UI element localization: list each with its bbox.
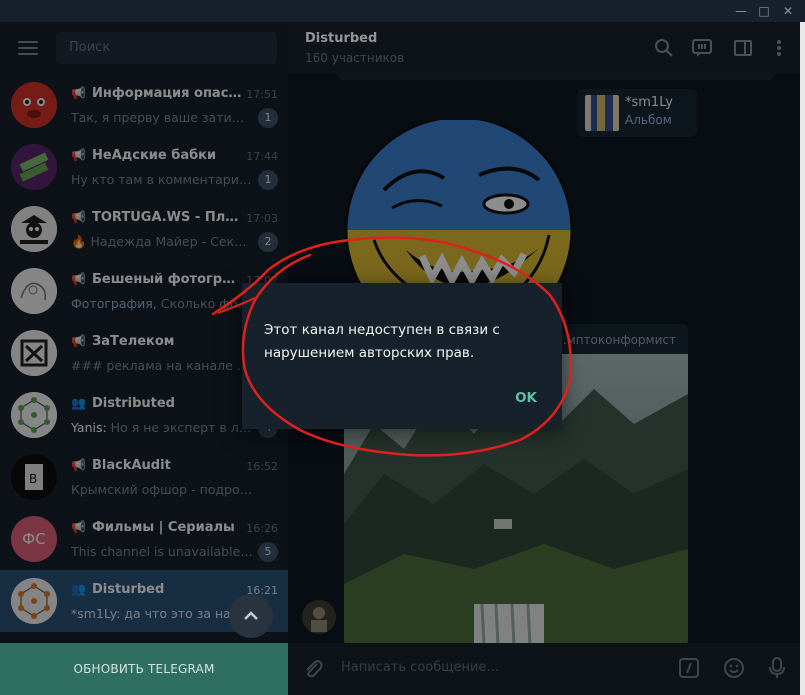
title-bar: — □ ✕ — [0, 0, 805, 22]
maximize-button[interactable]: □ — [753, 0, 775, 22]
close-button[interactable]: ✕ — [777, 0, 799, 22]
dialog-message: Этот канал недоступен в связи с нарушени… — [264, 322, 500, 361]
telegram-window: — □ ✕ Поиск 📢 Информация опасно... 17:51… — [0, 0, 805, 695]
window-edge — [800, 22, 805, 695]
update-telegram-button[interactable]: ОБНОВИТЬ TELEGRAM — [0, 643, 288, 695]
ok-button[interactable]: OK — [515, 390, 537, 406]
update-label: ОБНОВИТЬ TELEGRAM — [73, 662, 215, 676]
minimize-button[interactable]: — — [730, 0, 752, 22]
unavailable-channel-dialog: Этот канал недоступен в связи с нарушени… — [242, 283, 562, 429]
scroll-up-button[interactable] — [229, 594, 273, 638]
